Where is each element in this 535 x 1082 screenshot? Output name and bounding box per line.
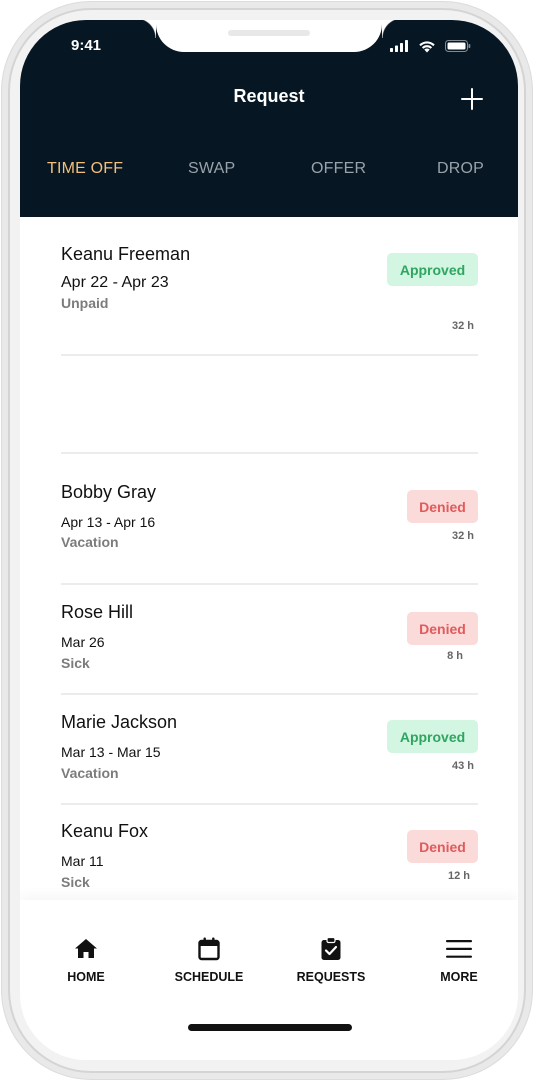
request-type: Sick bbox=[61, 655, 90, 671]
request-type: Unpaid bbox=[61, 295, 109, 311]
employee-name: Marie Jackson bbox=[61, 712, 178, 732]
divider bbox=[61, 803, 478, 805]
request-hours: 32 h bbox=[451, 530, 474, 542]
status-badge: Denied bbox=[407, 830, 478, 863]
request-list: Keanu Freeman Apr 22 - Apr 23 Unpaid App… bbox=[20, 217, 518, 900]
status-badge: Denied bbox=[407, 612, 478, 645]
status-time: 9:41 bbox=[71, 37, 102, 54]
status-badge: Approved bbox=[387, 720, 478, 753]
divider bbox=[61, 693, 478, 695]
list-item[interactable]: Rose Hill Mar 26 Sick Denied 8 h bbox=[61, 602, 478, 672]
request-hours: 12 h bbox=[447, 870, 470, 882]
nav-requests[interactable]: REQUESTS bbox=[281, 936, 381, 984]
add-request-button[interactable] bbox=[460, 87, 484, 111]
nav-schedule[interactable]: SCHEDULE bbox=[159, 936, 259, 984]
request-type: Sick bbox=[61, 874, 90, 890]
employee-name: Keanu Fox bbox=[61, 821, 149, 841]
nav-more-label: MORE bbox=[440, 970, 478, 984]
nav-schedule-label: SCHEDULE bbox=[174, 970, 244, 984]
request-hours: 32 h bbox=[451, 320, 474, 332]
bottom-nav: HOME SCHEDULE REQUESTS MORE bbox=[20, 900, 518, 1060]
request-hours: 43 h bbox=[451, 760, 474, 772]
notch bbox=[136, 20, 402, 52]
list-item[interactable]: Bobby Gray Apr 13 - Apr 16 Vacation Deni… bbox=[61, 482, 478, 552]
app-header: 9:41 Request TIME OFF SWAP OFFER DROP bbox=[20, 20, 518, 217]
status-badge: Denied bbox=[407, 490, 478, 523]
list-item[interactable]: Keanu Fox Mar 11 Sick Denied 12 h bbox=[61, 821, 478, 891]
request-tabs: TIME OFF SWAP OFFER DROP bbox=[20, 160, 518, 182]
list-item[interactable]: Marie Jackson Mar 13 - Mar 15 Vacation A… bbox=[61, 712, 478, 782]
home-icon bbox=[75, 939, 97, 958]
request-dates: Mar 26 bbox=[61, 634, 105, 650]
menu-icon bbox=[446, 940, 472, 958]
request-type: Vacation bbox=[61, 534, 119, 550]
request-dates: Apr 13 - Apr 16 bbox=[61, 514, 156, 530]
nav-requests-label: REQUESTS bbox=[296, 970, 366, 984]
cellular-signal-icon bbox=[390, 40, 408, 52]
status-icons bbox=[390, 38, 471, 54]
calendar-icon bbox=[198, 937, 220, 961]
screen: 9:41 Request TIME OFF SWAP OFFER DROP Ke… bbox=[20, 20, 518, 1060]
request-type: Vacation bbox=[61, 765, 119, 781]
tab-time-off[interactable]: TIME OFF bbox=[47, 160, 123, 178]
request-hours: 8 h bbox=[447, 650, 463, 662]
home-indicator[interactable] bbox=[188, 1024, 352, 1031]
phone-frame: 9:41 Request TIME OFF SWAP OFFER DROP Ke… bbox=[1, 1, 533, 1080]
divider bbox=[61, 354, 478, 356]
divider bbox=[61, 583, 478, 585]
clipboard-check-icon bbox=[321, 936, 341, 960]
battery-icon bbox=[445, 40, 471, 52]
employee-name: Keanu Freeman bbox=[61, 244, 191, 264]
request-dates: Mar 11 bbox=[61, 853, 104, 869]
request-dates: Apr 22 - Apr 23 bbox=[61, 274, 169, 291]
tab-drop[interactable]: DROP bbox=[437, 160, 484, 178]
speaker bbox=[228, 30, 310, 36]
employee-name: Rose Hill bbox=[61, 602, 134, 622]
nav-home[interactable]: HOME bbox=[36, 936, 136, 984]
request-dates: Mar 13 - Mar 15 bbox=[61, 744, 161, 760]
divider bbox=[61, 452, 478, 454]
tab-offer[interactable]: OFFER bbox=[311, 160, 366, 178]
employee-name: Bobby Gray bbox=[61, 482, 157, 502]
page-title: Request bbox=[233, 86, 305, 106]
nav-more[interactable]: MORE bbox=[409, 936, 509, 984]
list-item[interactable]: Keanu Freeman Apr 22 - Apr 23 Unpaid App… bbox=[61, 244, 478, 332]
status-badge: Approved bbox=[387, 253, 478, 286]
nav-home-label: HOME bbox=[67, 970, 105, 984]
tab-swap[interactable]: SWAP bbox=[188, 160, 235, 178]
wifi-icon bbox=[419, 40, 435, 52]
